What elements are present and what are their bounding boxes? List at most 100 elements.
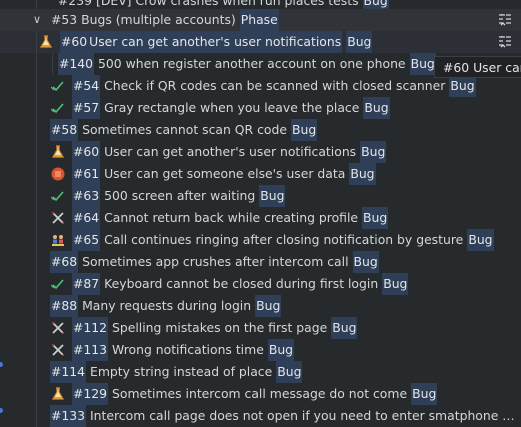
item-type-tag: Bug bbox=[267, 339, 295, 361]
item-title: User can get another's user notification… bbox=[104, 144, 357, 159]
item-title: Empty string instead of place bbox=[90, 364, 273, 379]
hover-tooltip: #60 User can get another's user notifica… bbox=[434, 56, 521, 78]
item-type-tag: Bug bbox=[346, 31, 373, 53]
item-title: Sometimes app crushes after intercom cal… bbox=[82, 254, 349, 269]
item-type-tag: Bug bbox=[409, 53, 436, 75]
indent-guide bbox=[36, 97, 37, 119]
item-number: #54 bbox=[72, 75, 101, 97]
tree-row[interactable]: #87 Keyboard cannot be closed during fir… bbox=[0, 273, 521, 295]
row-content: #61 User can get someone else's user dat… bbox=[50, 163, 376, 185]
tree-row[interactable]: #114 Empty string instead of place Bug bbox=[0, 361, 521, 383]
item-title: Keyboard cannot be closed during first l… bbox=[104, 276, 379, 291]
tree-row[interactable]: #133 Intercom call page does not open if… bbox=[0, 405, 521, 427]
people-icon bbox=[50, 232, 66, 248]
row-content: #88 Many requests during login Bug bbox=[50, 295, 282, 317]
item-number: #65 bbox=[72, 229, 101, 251]
item-number: #64 bbox=[72, 207, 101, 229]
item-number: #87 bbox=[72, 273, 101, 295]
item-number: #88 bbox=[50, 295, 79, 317]
list-filter-icon[interactable] bbox=[497, 12, 513, 28]
tree-row[interactable]: #64 Cannot return back while creating pr… bbox=[0, 207, 521, 229]
item-number: #114 bbox=[50, 361, 87, 383]
chevron-down-icon[interactable]: ∨ bbox=[33, 9, 45, 31]
indent-guide bbox=[36, 339, 37, 361]
flask-icon bbox=[50, 386, 66, 402]
check-icon bbox=[50, 100, 66, 116]
tools-icon bbox=[50, 320, 66, 336]
indent-guide bbox=[36, 317, 37, 339]
item-title: Check if QR codes can be scanned with cl… bbox=[104, 78, 446, 93]
row-content: #140 500 when register another account o… bbox=[58, 53, 436, 75]
item-type-tag: Phase bbox=[239, 9, 279, 31]
indent-guide bbox=[36, 361, 37, 383]
item-type-tag: Bug bbox=[411, 383, 438, 405]
flask-icon bbox=[38, 34, 54, 50]
item-number: #60 bbox=[72, 141, 101, 163]
item-type-tag: Bug bbox=[331, 317, 358, 339]
tree-row[interactable]: #88 Many requests during login Bug bbox=[0, 295, 521, 317]
error-icon bbox=[50, 166, 66, 182]
tree-row[interactable]: #54 Check if QR codes can be scanned wit… bbox=[0, 75, 521, 97]
row-content: #64 Cannot return back while creating pr… bbox=[50, 207, 389, 229]
tree-row-group[interactable]: ∨ #53 Bugs (multiple accounts) Phase bbox=[0, 9, 521, 31]
row-content: #114 Empty string instead of place Bug bbox=[50, 361, 303, 383]
item-number: #113 bbox=[72, 339, 109, 361]
tree-row[interactable]: #113 Wrong notifications time Bug bbox=[0, 339, 521, 361]
item-type-tag: Bug bbox=[363, 97, 390, 119]
item-title: Wrong notifications time bbox=[112, 342, 264, 357]
indent-guide bbox=[36, 163, 37, 185]
item-title: Sometimes cannot scan QR code bbox=[82, 122, 287, 137]
indent-guide bbox=[36, 53, 37, 75]
item-title: Sometimes intercom call message do not c… bbox=[112, 386, 408, 401]
row-content: #54 Check if QR codes can be scanned wit… bbox=[50, 75, 476, 97]
tree-row[interactable]: #58 Sometimes cannot scan QR code Bug bbox=[0, 119, 521, 141]
row-content: ∨ #53 Bugs (multiple accounts) Phase bbox=[33, 9, 279, 31]
item-number: #63 bbox=[72, 185, 101, 207]
indent-guide bbox=[36, 185, 37, 207]
tree-row[interactable]: #60 User can get another's user notifica… bbox=[0, 31, 521, 53]
tree-row[interactable]: #60 User can get another's user notifica… bbox=[0, 141, 521, 163]
item-number: #57 bbox=[72, 97, 101, 119]
indent-guide bbox=[36, 273, 37, 295]
check-icon bbox=[50, 78, 66, 94]
flask-icon bbox=[50, 144, 66, 160]
item-title: 500 when register another account on one… bbox=[98, 56, 406, 71]
item-type-tag: Bug bbox=[382, 273, 409, 295]
indent-guide bbox=[52, 53, 53, 75]
indent-guide bbox=[36, 119, 37, 141]
indent-guide bbox=[36, 75, 37, 97]
item-type-tag: Bug bbox=[360, 141, 387, 163]
tree-row[interactable]: #112 Spelling mistakes on the first page… bbox=[0, 317, 521, 339]
item-title: Cannot return back while creating profil… bbox=[104, 210, 359, 225]
item-number: #140 bbox=[58, 53, 95, 75]
list-filter-icon[interactable] bbox=[497, 34, 513, 50]
item-title: Many requests during login bbox=[82, 298, 252, 313]
tree-row[interactable]: #57 Gray rectangle when you leave the pl… bbox=[0, 97, 521, 119]
row-content: #87 Keyboard cannot be closed during fir… bbox=[50, 273, 409, 295]
indent-guide bbox=[36, 295, 37, 317]
item-type-tag: Bug bbox=[362, 207, 389, 229]
row-content: #133 Intercom call page does not open if… bbox=[50, 405, 520, 427]
tree-row[interactable]: #65 Call continues ringing after closing… bbox=[0, 229, 521, 251]
row-content: #113 Wrong notifications time Bug bbox=[50, 339, 295, 361]
row-content: #68 Sometimes app crushes after intercom… bbox=[50, 251, 379, 273]
tree-row[interactable]: #63 500 screen after waiting Bug bbox=[0, 185, 521, 207]
row-content: #60 User can get another's user notifica… bbox=[38, 31, 373, 53]
item-title: User can get another's user notification… bbox=[88, 31, 343, 53]
item-number: #58 bbox=[50, 119, 79, 141]
item-type-tag: Bug bbox=[352, 251, 379, 273]
indent-guide bbox=[36, 31, 37, 53]
check-icon bbox=[50, 276, 66, 292]
indent-guide bbox=[36, 383, 37, 405]
item-type-tag: Bug bbox=[467, 229, 494, 251]
tree-row[interactable]: #61 User can get someone else's user dat… bbox=[0, 163, 521, 185]
item-title: 500 screen after waiting bbox=[104, 188, 256, 203]
indent-guide bbox=[36, 229, 37, 251]
tree-row[interactable]: #68 Sometimes app crushes after intercom… bbox=[0, 251, 521, 273]
item-title: Spelling mistakes on the first page bbox=[112, 320, 328, 335]
item-title: Intercom call page does not open if you … bbox=[90, 408, 520, 423]
item-type-tag: Bug bbox=[349, 163, 376, 185]
tree-row[interactable]: #129 Sometimes intercom call message do … bbox=[0, 383, 521, 405]
item-type-tag: Bug bbox=[259, 185, 286, 207]
item-number: #133 bbox=[50, 405, 87, 427]
